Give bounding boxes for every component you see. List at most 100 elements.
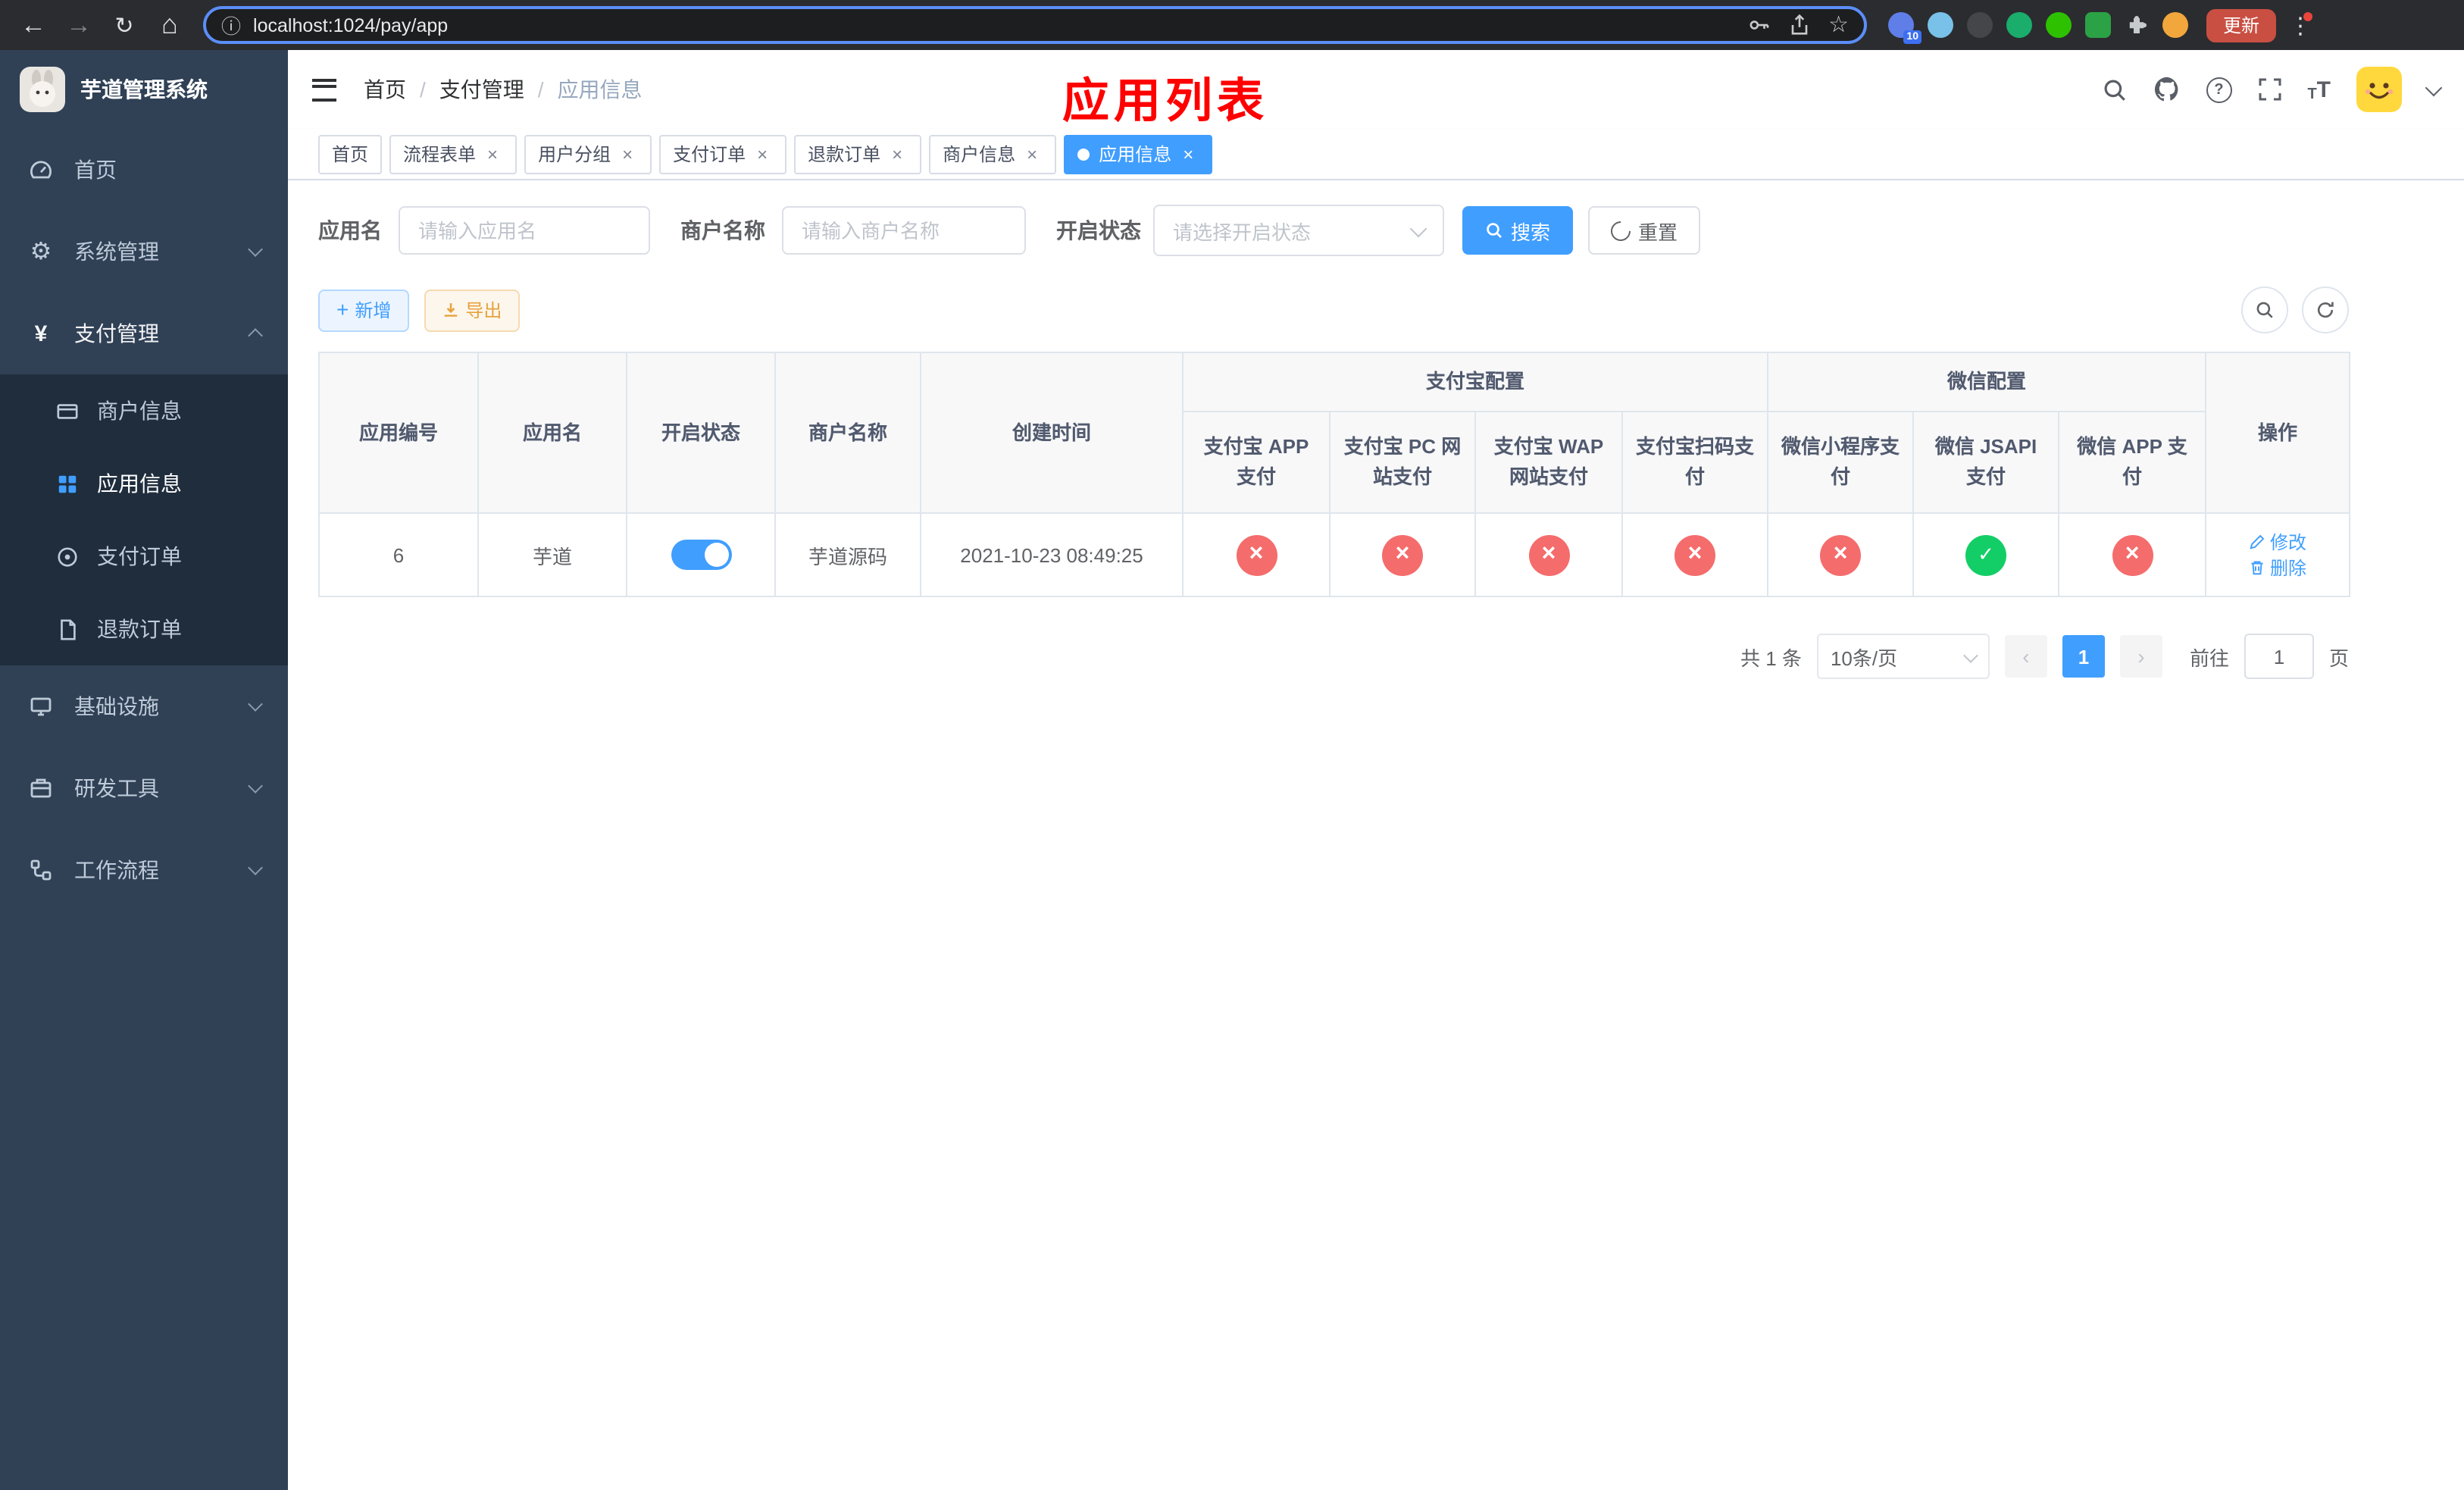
search-button[interactable]: 搜索 xyxy=(1462,206,1574,255)
monitor-icon xyxy=(27,694,55,718)
sidebar-item-dev-tools[interactable]: 研发工具 xyxy=(0,747,288,829)
cell-app-name: 芋道 xyxy=(477,512,627,597)
sidebar-item-home[interactable]: 首页 xyxy=(0,129,288,211)
sidebar-menu: 首页 系统管理 支付管理 商户信息 xyxy=(0,129,288,911)
close-tab-icon[interactable] xyxy=(1021,143,1043,164)
reset-button-label: 重置 xyxy=(1638,221,1678,243)
tab-home[interactable]: 首页 xyxy=(318,134,383,174)
group-header-alipay: 支付宝配置 xyxy=(1181,352,1769,412)
tab-refund-order[interactable]: 退款订单 xyxy=(794,134,922,174)
search-icon[interactable] xyxy=(2101,77,2127,102)
close-tab-icon[interactable] xyxy=(752,143,773,164)
home-icon[interactable] xyxy=(149,4,191,46)
bookmark-star-icon[interactable] xyxy=(1828,11,1849,39)
tab-merchant-info[interactable]: 商户信息 xyxy=(929,134,1057,174)
sidebar-item-label: 支付订单 xyxy=(97,544,182,568)
export-button[interactable]: 导出 xyxy=(424,289,521,331)
table-toolbar: 新增 导出 xyxy=(318,286,2349,333)
pagination-total: 共 1 条 xyxy=(1740,646,1802,669)
sidebar-item-workflow[interactable]: 工作流程 xyxy=(0,829,288,911)
current-page-button[interactable]: 1 xyxy=(2062,635,2105,678)
sidebar-item-infrastructure[interactable]: 基础设施 xyxy=(0,665,288,747)
col-header: 支付宝 PC 网站支付 xyxy=(1329,411,1476,514)
tab-process-form[interactable]: 流程表单 xyxy=(389,134,518,174)
sidebar-item-pay-order[interactable]: 支付订单 xyxy=(0,520,288,593)
alipay-pc-status-icon xyxy=(1382,534,1423,575)
chevron-down-icon xyxy=(248,860,263,875)
extension-icon[interactable] xyxy=(1967,12,1993,38)
close-tab-icon[interactable] xyxy=(886,143,908,164)
info-icon[interactable] xyxy=(221,10,241,40)
app-table: 应用编号 应用名 开启状态 商户名称 创建时间 支付宝配置 微信配置 操作 支付… xyxy=(318,352,2351,597)
share-icon[interactable] xyxy=(1787,14,1810,36)
user-avatar[interactable] xyxy=(2356,67,2402,112)
refresh-icon xyxy=(2317,302,2334,318)
goto-page-input[interactable] xyxy=(2244,634,2314,679)
close-tab-icon[interactable] xyxy=(482,143,503,164)
extension-icon[interactable] xyxy=(2046,12,2072,38)
delete-link[interactable]: 删除 xyxy=(2249,555,2306,581)
screen: localhost:1024/pay/app 10 更新 xyxy=(0,0,2464,1490)
app-name-input[interactable] xyxy=(399,206,650,255)
cell-merchant-name: 芋道源码 xyxy=(774,512,921,597)
tab-label: 首页 xyxy=(332,144,369,165)
prev-page-button[interactable]: ‹ xyxy=(2004,635,2047,678)
page-size-select[interactable]: 10条/页 xyxy=(1816,634,1990,679)
breadcrumb-item[interactable]: 支付管理 xyxy=(439,74,558,105)
col-header: 开启状态 xyxy=(626,352,776,514)
sidebar-item-refund-order[interactable]: 退款订单 xyxy=(0,593,288,665)
breadcrumb-item[interactable]: 首页 xyxy=(364,74,439,105)
col-header: 支付宝 APP 支付 xyxy=(1182,411,1330,514)
sidebar: 芋道管理系统 首页 系统管理 支付管理 xyxy=(0,50,288,1490)
tab-label: 支付订单 xyxy=(673,144,746,165)
toggle-search-button[interactable] xyxy=(2241,286,2288,333)
sidebar-item-payment[interactable]: 支付管理 xyxy=(0,293,288,374)
next-page-button[interactable]: › xyxy=(2119,635,2162,678)
tab-user-group[interactable]: 用户分组 xyxy=(524,134,652,174)
fullscreen-icon[interactable] xyxy=(2257,77,2281,102)
cell-created-time: 2021-10-23 08:49:25 xyxy=(920,512,1184,597)
col-header: 商户名称 xyxy=(774,352,921,514)
col-header: 应用编号 xyxy=(318,352,479,514)
chevron-down-icon[interactable] xyxy=(2425,78,2443,96)
edit-link[interactable]: 修改 xyxy=(2249,529,2306,555)
chevron-up-icon xyxy=(248,328,263,343)
add-button[interactable]: 新增 xyxy=(318,289,410,331)
github-icon[interactable] xyxy=(2153,76,2180,103)
tab-app-info[interactable]: 应用信息 xyxy=(1064,134,1213,174)
page-header: 首页 支付管理 应用信息 xyxy=(288,50,2464,130)
update-button[interactable]: 更新 xyxy=(2206,8,2277,42)
browser-menu-icon[interactable] xyxy=(2288,11,2313,39)
col-header: 微信 JSAPI 支付 xyxy=(1912,411,2060,514)
back-icon[interactable] xyxy=(12,4,55,46)
close-tab-icon[interactable] xyxy=(617,143,638,164)
extension-icon[interactable]: 10 xyxy=(1888,12,1921,44)
sidebar-item-system[interactable]: 系统管理 xyxy=(0,211,288,293)
extension-icon[interactable] xyxy=(2085,12,2111,38)
profile-avatar-icon[interactable] xyxy=(2162,12,2188,38)
forward-icon[interactable] xyxy=(58,4,100,46)
sidebar-item-app-info[interactable]: 应用信息 xyxy=(0,447,288,520)
help-icon[interactable] xyxy=(2206,77,2232,102)
status-toggle[interactable] xyxy=(671,540,731,570)
refresh-table-button[interactable] xyxy=(2302,286,2349,333)
status-select[interactable]: 请选择开启状态 xyxy=(1153,205,1444,256)
tab-label: 流程表单 xyxy=(403,144,477,165)
address-bar[interactable]: localhost:1024/pay/app xyxy=(203,6,1867,44)
key-icon[interactable] xyxy=(1746,14,1769,36)
menu-fold-icon[interactable] xyxy=(312,78,336,101)
card-icon xyxy=(55,399,79,422)
extension-icon[interactable] xyxy=(1928,12,1953,38)
sidebar-item-label: 基础设施 xyxy=(74,694,159,718)
close-tab-icon[interactable] xyxy=(1177,143,1199,164)
sidebar-item-merchant-info[interactable]: 商户信息 xyxy=(0,374,288,447)
tab-pay-order[interactable]: 支付订单 xyxy=(659,134,787,174)
reload-icon[interactable] xyxy=(103,4,145,46)
sidebar-item-label: 退款订单 xyxy=(97,617,182,641)
font-size-icon[interactable] xyxy=(2307,77,2331,102)
col-header: 微信 APP 支付 xyxy=(2058,411,2207,514)
puzzle-icon[interactable] xyxy=(2125,13,2149,37)
extension-icon[interactable] xyxy=(2006,12,2032,38)
reset-button[interactable]: 重置 xyxy=(1588,206,1701,255)
merchant-name-input[interactable] xyxy=(782,206,1026,255)
